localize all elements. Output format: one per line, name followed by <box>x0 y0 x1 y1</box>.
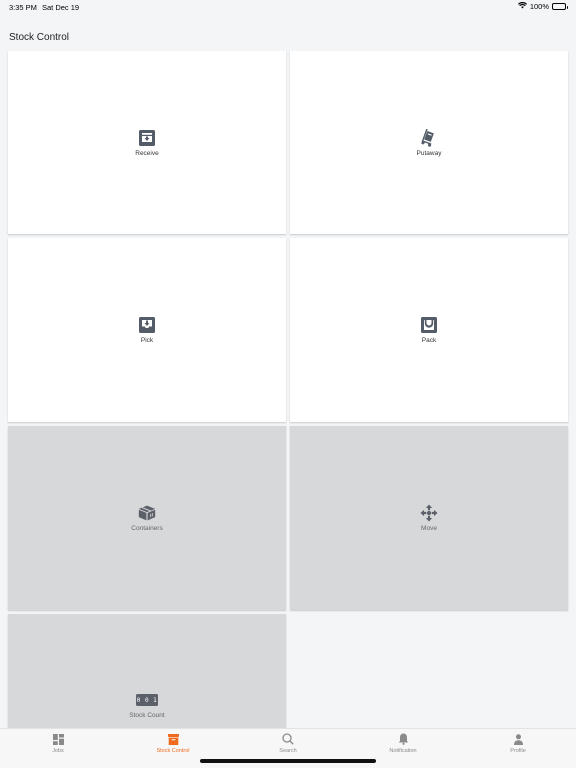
counter-icon: 0 0 1 <box>136 694 158 706</box>
tab-label: Notification <box>389 748 417 754</box>
bell-icon <box>397 733 409 745</box>
tile-label: Receive <box>135 149 159 157</box>
tile-label: Putaway <box>416 149 442 157</box>
tile-pack[interactable]: Pack <box>290 238 568 422</box>
tile-label: Containers <box>131 525 163 532</box>
tile-containers[interactable]: Containers <box>8 426 286 610</box>
status-bar: 3:35 PM Sat Dec 19 100% <box>0 0 576 16</box>
counter-digits: 0 0 1 <box>136 696 158 704</box>
box-icon <box>138 504 156 522</box>
receive-icon <box>138 129 156 147</box>
page-title: Stock Control <box>9 32 70 43</box>
home-indicator <box>200 759 376 763</box>
tab-search[interactable]: Search <box>258 733 318 754</box>
status-right: 100% <box>517 1 568 11</box>
tab-label: Jobs <box>52 748 64 754</box>
grid-icon <box>52 733 64 745</box>
tile-label: Pack <box>421 337 437 344</box>
move-arrows-icon <box>420 504 438 522</box>
person-icon <box>512 733 524 745</box>
hand-truck-icon <box>420 128 438 147</box>
tab-notification[interactable]: Notification <box>373 733 433 754</box>
tile-label: Stock Count <box>129 712 165 719</box>
stock-count-content: 0 0 1 Stock Count <box>8 694 286 719</box>
tab-label: Search <box>279 748 297 754</box>
tab-profile[interactable]: Profile <box>488 733 548 754</box>
tab-stock-control[interactable]: Stock Control <box>143 733 203 754</box>
search-icon <box>282 733 294 745</box>
status-time: 3:35 PM <box>9 3 37 12</box>
tile-label: Pick <box>140 337 154 344</box>
tile-move[interactable]: Move <box>290 426 568 610</box>
wifi-icon <box>517 1 527 11</box>
tile-putaway[interactable]: Putaway <box>290 51 568 234</box>
tile-label: Move <box>421 525 437 532</box>
tab-label: Profile <box>510 748 526 754</box>
tile-stock-count[interactable]: 0 0 1 Stock Count <box>8 614 286 730</box>
tile-receive[interactable]: Receive <box>8 51 286 234</box>
tile-pick[interactable]: Pick <box>8 238 286 422</box>
battery-percent: 100% <box>529 2 549 11</box>
status-date: Sat Dec 19 <box>42 3 80 12</box>
pack-icon <box>420 316 438 334</box>
tab-jobs[interactable]: Jobs <box>28 733 88 754</box>
battery-icon <box>552 3 568 10</box>
pick-icon <box>138 316 156 334</box>
archive-icon <box>167 733 179 745</box>
tab-label: Stock Control <box>156 748 190 754</box>
